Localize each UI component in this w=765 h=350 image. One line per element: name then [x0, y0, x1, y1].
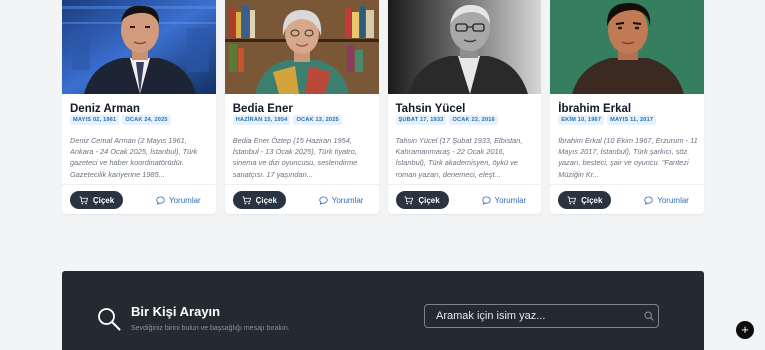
comments-button[interactable]: Yorumlar — [319, 195, 364, 206]
person-name[interactable]: Deniz Arman — [70, 103, 140, 115]
card-actions: Çiçek Yorumlar — [387, 184, 542, 214]
cart-icon — [567, 195, 577, 204]
person-name[interactable]: İbrahim Erkal — [558, 103, 631, 115]
life-dates: HAZİRAN 15, 1954 OCAK 13, 2025 — [232, 115, 342, 125]
birth-date-badge: EKİM 10, 1967 — [558, 115, 605, 125]
bio-excerpt: İbrahim Erkal (10 Ekim 1967, Erzurum - 1… — [558, 136, 698, 179]
bio-excerpt: Tahsin Yücel (17 Şubat 1933, Elbistan, K… — [395, 136, 523, 179]
person-name[interactable]: Bedia Ener — [233, 103, 293, 115]
bio-excerpt: Deniz Cemal Arman (2 Mayıs 1961, Ankara … — [70, 136, 198, 179]
person-photo[interactable] — [62, 0, 216, 94]
card-actions: Çiçek Yorumlar — [62, 184, 216, 214]
chat-bubble-icon — [644, 196, 653, 205]
flower-button-label: Çiçek — [92, 195, 115, 205]
search-input[interactable] — [424, 304, 659, 328]
life-dates: ŞUBAT 17, 1933 OCAK 22, 2016 — [395, 115, 498, 125]
cart-icon — [404, 195, 414, 204]
person-search-panel: Bir Kişi Arayın Sevdiğiniz birini bulun … — [62, 271, 704, 350]
person-card: Tahsin Yücel ŞUBAT 17, 1933 OCAK 22, 201… — [387, 0, 542, 214]
death-date-badge: OCAK 24, 2025 — [122, 115, 171, 125]
comments-button-label: Yorumlar — [494, 196, 527, 205]
death-date-badge: OCAK 22, 2016 — [449, 115, 498, 125]
people-card-grid: Deniz Arman MAYIS 02, 1961 OCAK 24, 2025… — [62, 0, 704, 214]
flower-button[interactable]: Çiçek — [70, 191, 123, 209]
life-dates: MAYIS 02, 1961 OCAK 24, 2025 — [70, 115, 171, 125]
card-actions: Çiçek Yorumlar — [550, 184, 704, 214]
floating-add-button[interactable]: + — [736, 321, 754, 339]
person-card: Deniz Arman MAYIS 02, 1961 OCAK 24, 2025… — [62, 0, 216, 214]
person-card: İbrahim Erkal EKİM 10, 1967 MAYIS 11, 20… — [550, 0, 704, 214]
flower-button-label: Çiçek — [418, 195, 440, 205]
flower-button[interactable]: Çiçek — [232, 191, 286, 209]
person-card: Bedia Ener HAZİRAN 15, 1954 OCAK 13, 202… — [224, 0, 379, 214]
chat-bubble-icon — [481, 196, 491, 205]
card-actions: Çiçek Yorumlar — [224, 184, 379, 214]
search-icon[interactable] — [644, 311, 654, 321]
death-date-badge: OCAK 13, 2025 — [293, 115, 342, 125]
chat-bubble-icon — [156, 196, 165, 205]
birth-date-badge: MAYIS 02, 1961 — [70, 115, 120, 125]
comments-button-label: Yorumlar — [169, 196, 201, 205]
death-date-badge: MAYIS 11, 2017 — [607, 115, 657, 125]
flower-button[interactable]: Çiçek — [395, 191, 449, 209]
comments-button[interactable]: Yorumlar — [156, 195, 201, 206]
flower-button[interactable]: Çiçek — [558, 191, 612, 209]
chat-bubble-icon — [319, 196, 328, 205]
panel-subtitle: Sevdiğiniz birini bulun ve başsağlığı me… — [131, 325, 290, 332]
person-name[interactable]: Tahsin Yücel — [396, 103, 466, 115]
comments-button[interactable]: Yorumlar — [481, 195, 527, 206]
comments-button[interactable]: Yorumlar — [644, 195, 689, 206]
person-photo[interactable] — [224, 0, 379, 94]
plus-icon: + — [741, 322, 749, 337]
flower-button-label: Çiçek — [581, 195, 603, 205]
flower-button-label: Çiçek — [255, 195, 277, 205]
cart-icon — [79, 195, 88, 204]
comments-button-label: Yorumlar — [657, 196, 689, 205]
panel-title: Bir Kişi Arayın — [131, 304, 221, 319]
bio-excerpt: Bedia Ener Öztep (15 Haziran 1954, İstan… — [232, 136, 358, 179]
person-photo[interactable] — [550, 0, 704, 94]
search-icon — [98, 308, 121, 331]
cart-icon — [242, 195, 251, 204]
birth-date-badge: HAZİRAN 15, 1954 — [232, 115, 291, 125]
comments-button-label: Yorumlar — [331, 196, 364, 205]
birth-date-badge: ŞUBAT 17, 1933 — [395, 115, 447, 125]
life-dates: EKİM 10, 1967 MAYIS 11, 2017 — [558, 115, 657, 125]
person-photo[interactable] — [387, 0, 542, 94]
